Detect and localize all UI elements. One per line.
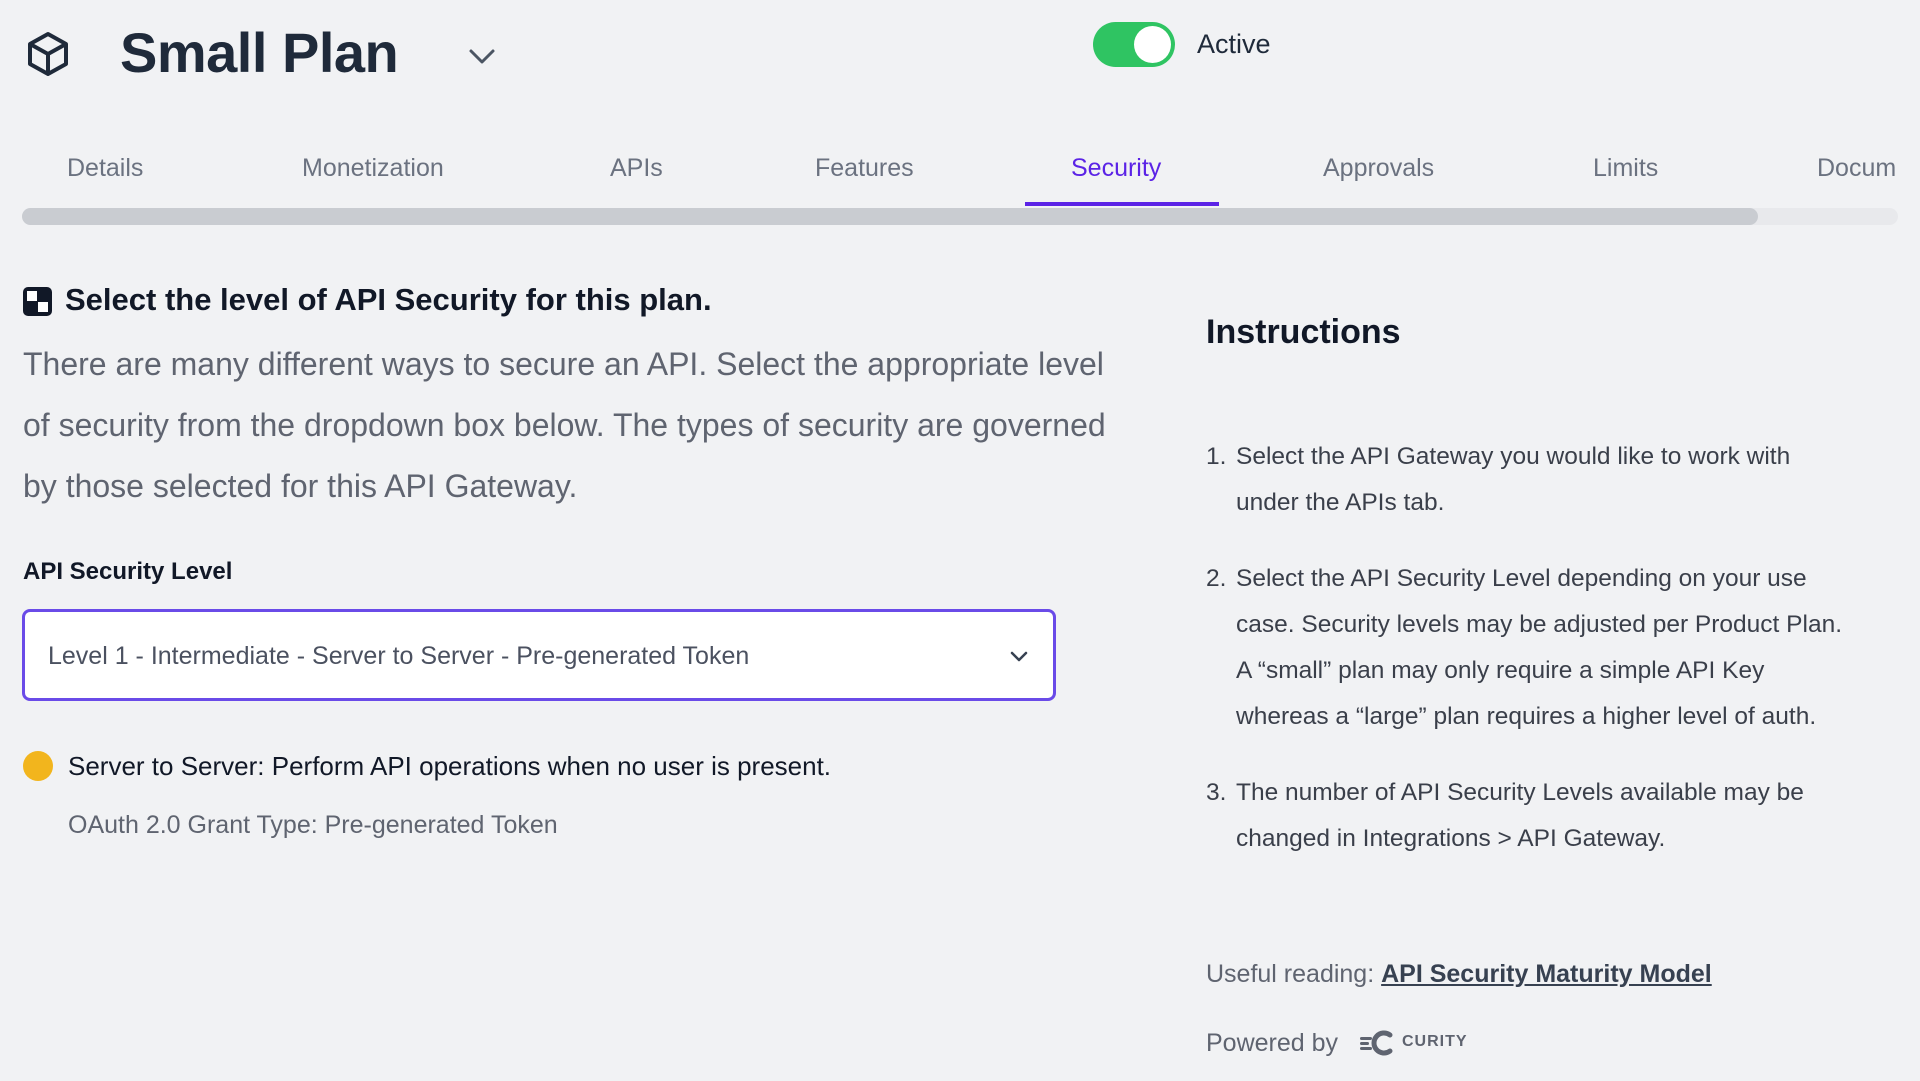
maturity-model-link[interactable]: API Security Maturity Model	[1381, 960, 1712, 988]
plan-page: Small Plan Active Details Monetization A…	[0, 0, 1920, 1081]
active-label: Active	[1197, 29, 1271, 59]
instruction-item: 2. Select the API Security Level dependi…	[1206, 556, 1856, 740]
curity-wordmark: CURITY	[1402, 1033, 1468, 1050]
security-type-description: Server to Server: Perform API operations…	[68, 751, 832, 781]
useful-reading-label: Useful reading:	[1206, 960, 1375, 988]
tab-documentation[interactable]: Docum	[1817, 154, 1896, 183]
instruction-text: The number of API Security Levels availa…	[1236, 779, 1804, 852]
toggle-knob	[1134, 26, 1171, 63]
tab-apis[interactable]: APIs	[610, 154, 663, 183]
tab-details[interactable]: Details	[67, 154, 143, 183]
tab-approvals[interactable]: Approvals	[1323, 154, 1434, 183]
tab-security[interactable]: Security	[1071, 154, 1161, 183]
cube-icon	[28, 32, 68, 76]
security-level-label: API Security Level	[23, 558, 233, 585]
powered-by-label: Powered by	[1206, 1029, 1339, 1057]
tab-monetization[interactable]: Monetization	[302, 154, 444, 183]
tab-features[interactable]: Features	[815, 154, 914, 183]
security-level-value: Level 1 - Intermediate - Server to Serve…	[48, 642, 750, 670]
instructions-list: 1. Select the API Gateway you would like…	[1206, 434, 1856, 862]
useful-reading: Useful reading: API Security Maturity Mo…	[1206, 960, 1712, 989]
instruction-text: Select the API Security Level depending …	[1236, 565, 1843, 730]
grant-type-text: OAuth 2.0 Grant Type: Pre-generated Toke…	[68, 811, 558, 839]
page-title: Small Plan	[120, 21, 399, 84]
status-dot	[23, 751, 53, 781]
chevron-down-icon	[1010, 651, 1028, 662]
active-toggle[interactable]	[1093, 22, 1175, 67]
chevron-down-icon[interactable]	[466, 40, 498, 72]
section-description: There are many different ways to secure …	[23, 346, 1106, 504]
instruction-item: 1. Select the API Gateway you would like…	[1206, 434, 1856, 526]
instruction-number: 1.	[1206, 443, 1227, 470]
instruction-number: 2.	[1206, 565, 1227, 592]
curity-logo-icon	[1360, 1030, 1393, 1056]
instruction-number: 3.	[1206, 779, 1227, 806]
tab-scrollbar[interactable]	[22, 208, 1898, 225]
tab-limits[interactable]: Limits	[1593, 154, 1658, 183]
instruction-item: 3. The number of API Security Levels ava…	[1206, 770, 1856, 862]
section-heading: Select the level of API Security for thi…	[65, 282, 712, 317]
instructions-title: Instructions	[1206, 313, 1401, 351]
security-level-select[interactable]: Level 1 - Intermediate - Server to Serve…	[22, 609, 1056, 701]
active-tab-indicator	[1025, 202, 1219, 206]
tab-scrollbar-thumb[interactable]	[22, 208, 1758, 225]
tab-bar: Details Monetization APIs Features Secur…	[0, 140, 1920, 210]
instruction-text: Select the API Gateway you would like to…	[1236, 443, 1791, 516]
shield-checker-icon	[23, 287, 52, 316]
